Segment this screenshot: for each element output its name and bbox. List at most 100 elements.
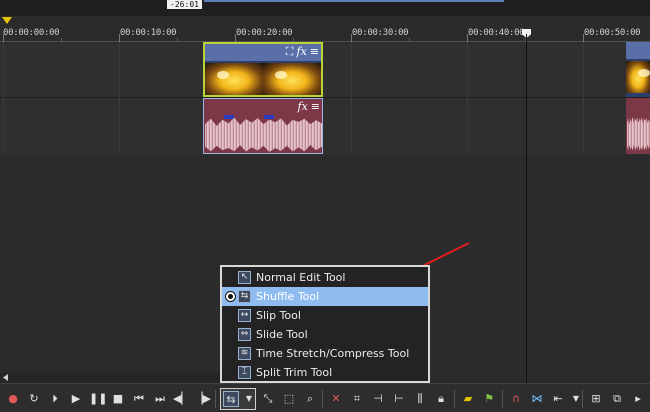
menu-item-slide-tool[interactable]: ⇔ Slide Tool [222, 325, 428, 344]
menu-item-label: Split Trim Tool [256, 366, 333, 379]
lock-icon[interactable]: 🔒︎ [433, 391, 449, 407]
clip-menu-icon[interactable]: ≡ [311, 100, 320, 114]
audio-fade-marker [264, 115, 274, 119]
auto-crossfade-icon[interactable]: ⋈ [529, 391, 545, 407]
audio-event-clip[interactable]: fx ≡ [203, 98, 323, 154]
previous-frame-icon[interactable]: ◀▏ [173, 391, 190, 407]
ruler-label: 00:00:40:00 [468, 28, 525, 38]
record-icon[interactable]: ● [5, 391, 21, 407]
ruler-tick [235, 34, 236, 42]
audio-waveform [627, 116, 650, 151]
envelope-edit-icon[interactable]: ⤡ [260, 391, 276, 407]
video-thumbnail [263, 63, 321, 95]
transport-toolbar: ● ↻ ⏵ ▶ ❚❚ ■ ⏮ ⏭ ◀▏ ▕▶ ⇆ ▼ ⤡ ⬚ ⌕ ✕ ⌗ ⊣ ⊢… [0, 383, 650, 412]
audio-fade-marker [224, 115, 234, 119]
ruler-label: 00:00:00:00 [3, 28, 60, 38]
grid-line [467, 42, 468, 155]
playhead-cursor[interactable] [526, 34, 527, 383]
delete-icon[interactable]: ✕ [328, 391, 344, 407]
video-thumbnail [205, 63, 263, 95]
time-ruler[interactable]: 00:00:00:00 00:00:10:00 00:00:20:00 00:0… [0, 24, 650, 42]
video-clip-header[interactable] [626, 42, 650, 59]
trim-icon[interactable]: ⌗ [349, 391, 365, 407]
track-divider [0, 97, 650, 98]
loop-icon[interactable]: ↻ [26, 391, 42, 407]
timeline-tracks[interactable] [0, 42, 650, 155]
menu-item-normal-edit-tool[interactable]: ↖ Normal Edit Tool [222, 268, 428, 287]
snapping-magnet-icon[interactable]: ∩ [508, 391, 524, 407]
video-thumbnail [626, 61, 650, 93]
auto-ripple-icon[interactable]: ⇤ [550, 391, 566, 407]
ruler-label: 00:00:50:00 [584, 28, 641, 38]
go-to-end-icon[interactable]: ⏭ [152, 391, 168, 407]
ruler-label: 00:00:10:00 [120, 28, 177, 38]
menu-item-label: Time Stretch/Compress Tool [256, 347, 410, 360]
toolbar-divider [215, 390, 216, 408]
time-stretch-icon: ≋ [238, 347, 251, 360]
normal-edit-icon: ↖ [238, 271, 251, 284]
split-trim-icon: ⌶ [238, 366, 251, 379]
edit-tool-dropdown[interactable]: ⇆ ▼ [220, 388, 256, 410]
toolbar-divider [582, 390, 583, 408]
menu-item-label: Shuffle Tool [256, 290, 320, 303]
stop-icon[interactable]: ■ [110, 391, 126, 407]
selected-radio-icon [225, 291, 236, 302]
fx-icon[interactable]: fx [297, 45, 307, 59]
slide-icon: ⇔ [238, 328, 251, 341]
region-insert-icon[interactable]: ⚑ [481, 391, 497, 407]
menu-item-slip-tool[interactable]: ↔ Slip Tool [222, 306, 428, 325]
ruler-tick [119, 34, 120, 42]
video-event-clip[interactable]: ⛶ fx ≡ [203, 42, 323, 97]
marker-icon[interactable] [2, 17, 12, 24]
edit-tool-menu: ↖ Normal Edit Tool ⇆ Shuffle Tool ↔ Slip… [220, 265, 430, 383]
menu-item-time-stretch-tool[interactable]: ≋ Time Stretch/Compress Tool [222, 344, 428, 363]
marker-insert-icon[interactable]: ▰ [460, 391, 476, 407]
ruler-tick [351, 34, 352, 42]
timeline-scrollbar[interactable] [0, 372, 220, 383]
toolbar-divider [454, 390, 455, 408]
grid-line [583, 42, 584, 155]
ruler-tick [467, 34, 468, 42]
zoom-edit-icon[interactable]: ⌕ [302, 391, 318, 407]
ruler-label: 00:00:30:00 [352, 28, 409, 38]
grid-line [119, 42, 120, 155]
ignore-grouping-icon[interactable]: ⧉ [609, 391, 625, 407]
video-event-clip[interactable] [626, 42, 650, 97]
menu-item-label: Normal Edit Tool [256, 271, 346, 284]
audio-waveform [205, 117, 322, 152]
ruler-label: 00:00:20:00 [236, 28, 293, 38]
trim-end-icon[interactable]: ⊢ [391, 391, 407, 407]
go-to-start-icon[interactable]: ⏮ [131, 391, 147, 407]
pause-icon[interactable]: ❚❚ [89, 391, 107, 407]
scroll-left-icon[interactable] [3, 374, 8, 381]
next-frame-icon[interactable]: ▕▶ [194, 391, 211, 407]
more-tools-icon[interactable]: ▸ [630, 391, 646, 407]
cursor-time-tag: -26:01 [167, 0, 202, 9]
menu-item-shuffle-tool[interactable]: ⇆ Shuffle Tool [222, 287, 428, 306]
video-clip-header[interactable]: ⛶ fx ≡ [205, 44, 321, 61]
play-icon[interactable]: ▶ [68, 391, 84, 407]
play-from-start-icon[interactable]: ⏵ [47, 391, 63, 407]
audio-event-clip[interactable] [626, 98, 650, 154]
menu-item-label: Slide Tool [256, 328, 308, 341]
menu-item-label: Slip Tool [256, 309, 301, 322]
toolbar-divider [322, 390, 323, 408]
ruler-tick [583, 34, 584, 42]
split-icon[interactable]: ⫼ [412, 391, 428, 407]
trim-start-icon[interactable]: ⊣ [370, 391, 386, 407]
chevron-down-icon[interactable]: ▼ [241, 391, 257, 407]
menu-item-split-trim-tool[interactable]: ⌶ Split Trim Tool [222, 363, 428, 382]
ruler-tick [3, 34, 4, 42]
fx-icon[interactable]: fx [298, 100, 308, 114]
grid-line [351, 42, 352, 155]
selection-range-line [204, 0, 504, 2]
toolbar-divider [502, 390, 503, 408]
grid-line [3, 42, 4, 155]
selection-edit-icon[interactable]: ⬚ [281, 391, 297, 407]
timeline-top-strip: -26:01 [0, 0, 650, 16]
clip-menu-icon[interactable]: ≡ [310, 45, 319, 59]
lock-envelopes-icon[interactable]: ⊞ [588, 391, 604, 407]
pan-crop-icon[interactable]: ⛶ [286, 45, 294, 59]
slip-icon: ↔ [238, 309, 251, 322]
shuffle-icon: ⇆ [238, 290, 251, 303]
